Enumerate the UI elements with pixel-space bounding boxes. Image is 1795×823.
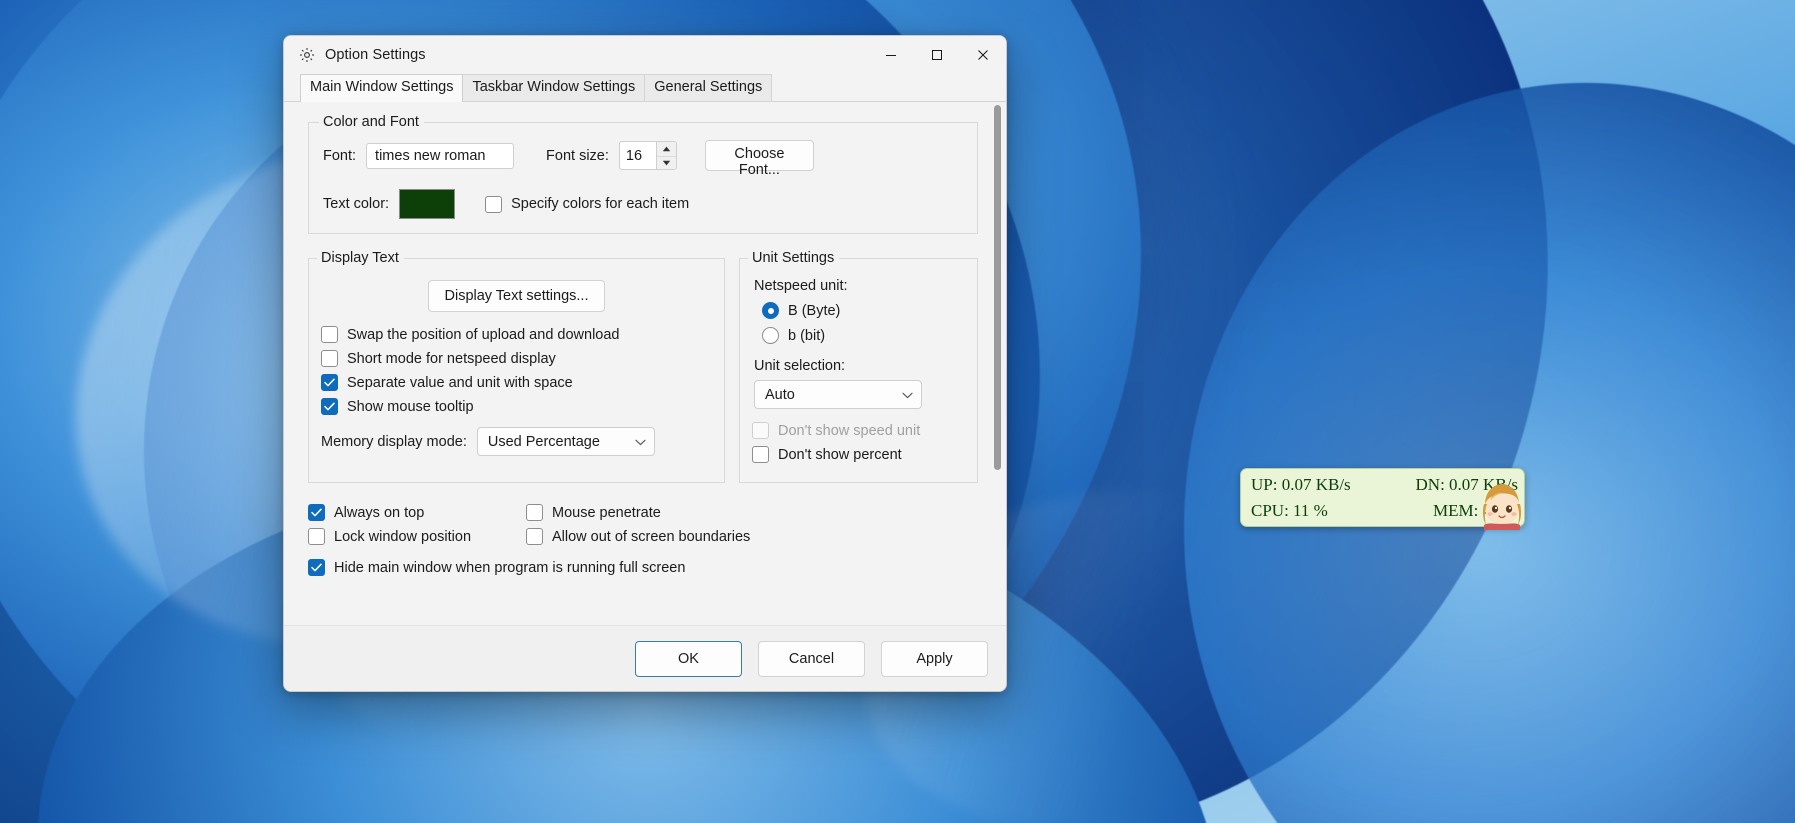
mouse-penetrate-checkbox[interactable]: Mouse penetrate — [526, 504, 978, 521]
hide-main-window-fullscreen-checkbox[interactable]: Hide main window when program is running… — [308, 559, 978, 576]
window-controls — [868, 36, 1006, 74]
tab-taskbar-window-settings[interactable]: Taskbar Window Settings — [462, 74, 646, 101]
checkbox-box — [308, 504, 325, 521]
short-mode-label: Short mode for netspeed display — [347, 350, 556, 367]
spin-up-icon[interactable] — [657, 142, 676, 156]
memory-display-mode-label: Memory display mode: — [321, 433, 467, 450]
show-mouse-tooltip-checkbox[interactable]: Show mouse tooltip — [321, 398, 712, 415]
checkbox-box — [321, 374, 338, 391]
minimize-icon[interactable] — [868, 36, 914, 74]
cpu-usage-value: CPU: 11 % — [1251, 501, 1328, 520]
unit-selection-value: Auto — [765, 386, 795, 403]
apply-button[interactable]: Apply — [881, 640, 988, 677]
show-mouse-tooltip-label: Show mouse tooltip — [347, 398, 474, 415]
checkbox-box — [526, 528, 543, 545]
netspeed-monitor-widget[interactable]: UP: 0.07 KB/s DN: 0.07 KB/s CPU: 11 % ME… — [1240, 468, 1526, 530]
dont-show-percent-checkbox[interactable]: Don't show percent — [752, 446, 965, 463]
swap-upload-download-checkbox[interactable]: Swap the position of upload and download — [321, 326, 712, 343]
netspeed-unit-byte-label: B (Byte) — [788, 302, 841, 319]
lock-window-position-checkbox[interactable]: Lock window position — [308, 528, 526, 545]
font-size-label: Font size: — [546, 147, 609, 164]
spin-down-icon[interactable] — [656, 155, 676, 170]
title-bar: Option Settings — [284, 36, 1006, 74]
checkbox-box — [321, 398, 338, 415]
memory-display-mode-select[interactable]: Used Percentage — [476, 427, 655, 456]
close-icon[interactable] — [960, 36, 1006, 74]
allow-out-of-screen-label: Allow out of screen boundaries — [552, 528, 751, 545]
swap-upload-download-label: Swap the position of upload and download — [347, 326, 620, 343]
window-title: Option Settings — [325, 47, 426, 63]
checkbox-box — [308, 528, 325, 545]
gear-icon — [298, 46, 316, 64]
netspeed-unit-bit-label: b (bit) — [788, 327, 826, 344]
anime-girl-avatar-icon — [1478, 478, 1526, 530]
font-size-input[interactable] — [619, 142, 656, 169]
choose-font-button[interactable]: Choose Font... — [704, 140, 814, 178]
font-label: Font: — [323, 147, 357, 164]
display-text-legend: Display Text — [321, 250, 399, 266]
color-and-font-group: Color and Font Font: Font size: — [308, 114, 978, 234]
always-on-top-checkbox[interactable]: Always on top — [308, 504, 526, 521]
display-text-group: Display Text Display Text settings... Sw… — [308, 250, 725, 483]
main-window-settings-panel: Color and Font Font: Font size: — [284, 102, 992, 625]
mouse-penetrate-label: Mouse penetrate — [552, 504, 661, 521]
display-text-settings-button[interactable]: Display Text settings... — [428, 280, 605, 312]
specify-colors-label: Specify colors for each item — [511, 196, 690, 212]
hide-main-window-fullscreen-label: Hide main window when program is running… — [334, 559, 686, 576]
unit-selection-select[interactable]: Auto — [754, 380, 922, 409]
netspeed-unit-label: Netspeed unit: — [754, 278, 848, 294]
tab-main-window-settings[interactable]: Main Window Settings — [300, 74, 464, 102]
short-mode-checkbox[interactable]: Short mode for netspeed display — [321, 350, 712, 367]
chevron-down-icon — [902, 387, 913, 403]
window-options-section: Always on top Lock window position Mouse… — [308, 497, 978, 576]
always-on-top-label: Always on top — [334, 504, 425, 521]
specify-colors-checkbox[interactable]: Specify colors for each item — [485, 195, 690, 213]
checkbox-box — [321, 326, 338, 343]
netspeed-unit-byte-radio[interactable]: B (Byte) — [762, 302, 965, 319]
unit-settings-legend: Unit Settings — [752, 250, 835, 266]
dont-show-percent-label: Don't show percent — [778, 446, 902, 463]
scrollbar-thumb[interactable] — [994, 105, 1001, 470]
netspeed-unit-bit-radio[interactable]: b (bit) — [762, 327, 965, 344]
dont-show-speed-unit-checkbox: Don't show speed unit — [752, 422, 965, 439]
content-wrapper: Color and Font Font: Font size: — [284, 102, 1006, 625]
cancel-button[interactable]: Cancel — [758, 640, 865, 677]
allow-out-of-screen-checkbox[interactable]: Allow out of screen boundaries — [526, 528, 978, 545]
color-and-font-legend: Color and Font — [323, 114, 419, 130]
radio-circle — [762, 327, 779, 344]
dialog-footer: OK Cancel Apply — [284, 625, 1006, 691]
memory-display-mode-value: Used Percentage — [487, 433, 600, 450]
unit-settings-group: Unit Settings Netspeed unit: B (Byte) b … — [739, 250, 978, 483]
lock-window-position-label: Lock window position — [334, 528, 472, 545]
chevron-down-icon — [635, 434, 646, 450]
separate-value-unit-checkbox[interactable]: Separate value and unit with space — [321, 374, 712, 391]
checkbox-box — [308, 559, 325, 576]
tab-strip: Main Window Settings Taskbar Window Sett… — [284, 74, 1006, 102]
text-color-swatch[interactable] — [399, 189, 456, 219]
settings-columns: Display Text Display Text settings... Sw… — [308, 250, 978, 495]
option-settings-dialog: Option Settings Main Window Settings Tas… — [283, 35, 1007, 692]
checkbox-box — [752, 446, 769, 463]
vertical-scrollbar[interactable] — [992, 102, 1006, 625]
checkbox-box — [321, 350, 338, 367]
font-size-spin-buttons — [655, 142, 676, 170]
checkbox-box — [752, 422, 769, 439]
checkbox-box — [485, 195, 503, 213]
upload-speed-value: UP: 0.07 KB/s — [1251, 475, 1351, 494]
font-size-stepper[interactable] — [618, 141, 677, 170]
ok-button[interactable]: OK — [635, 640, 742, 677]
separate-value-unit-label: Separate value and unit with space — [347, 374, 573, 391]
maximize-icon[interactable] — [914, 36, 960, 74]
dont-show-speed-unit-label: Don't show speed unit — [778, 422, 921, 439]
checkbox-box — [526, 504, 543, 521]
radio-circle — [762, 302, 779, 319]
tab-general-settings[interactable]: General Settings — [644, 74, 773, 101]
unit-selection-label: Unit selection: — [754, 358, 846, 374]
font-input[interactable] — [366, 142, 515, 169]
text-color-label: Text color: — [323, 196, 390, 212]
